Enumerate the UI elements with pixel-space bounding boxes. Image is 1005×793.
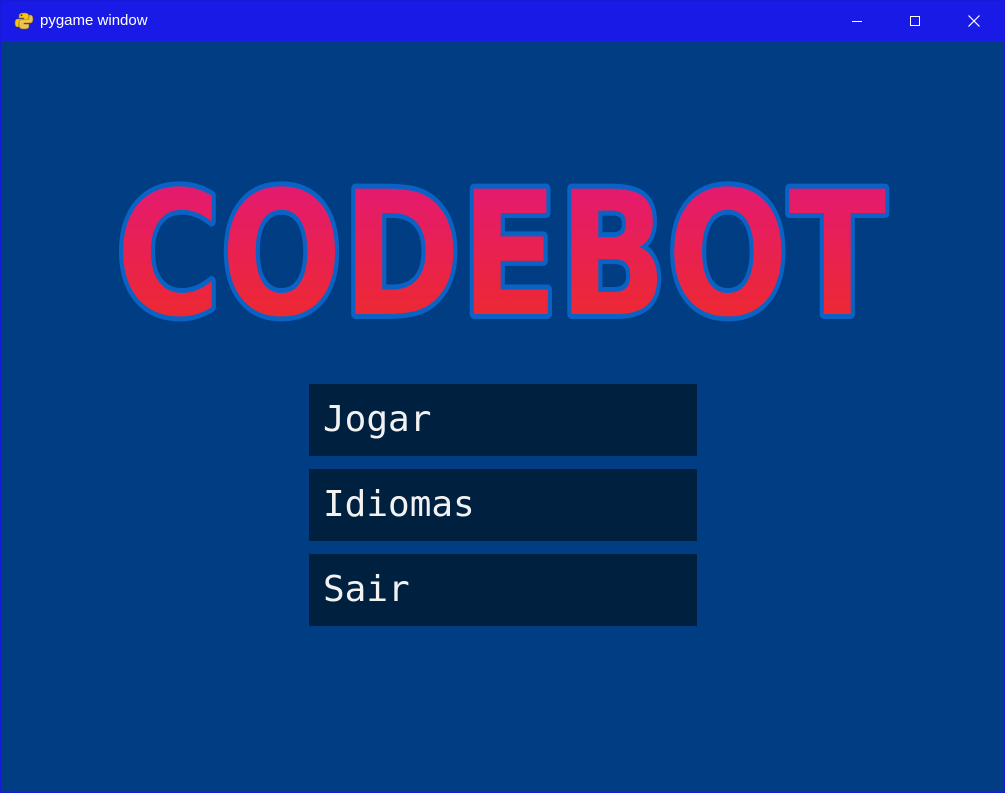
pygame-snake-icon: [14, 12, 34, 30]
window-title: pygame window: [40, 12, 148, 29]
close-button[interactable]: [945, 1, 1003, 41]
maximize-icon: [910, 16, 920, 26]
codebot-logo: CODEBOT: [111, 159, 891, 329]
quit-button[interactable]: Sair: [309, 554, 697, 626]
languages-button[interactable]: Idiomas: [309, 469, 697, 541]
game-canvas[interactable]: CODEBOT Jogar Idiomas Sair: [1, 41, 1004, 792]
close-icon: [968, 15, 980, 27]
languages-button-label: Idiomas: [323, 484, 475, 525]
minimize-icon: [852, 21, 862, 22]
quit-button-label: Sair: [323, 569, 410, 610]
maximize-button[interactable]: [886, 1, 944, 41]
minimize-button[interactable]: [828, 1, 886, 41]
logo-text: CODEBOT: [116, 159, 886, 329]
play-button[interactable]: Jogar: [309, 384, 697, 456]
play-button-label: Jogar: [323, 399, 432, 440]
title-bar[interactable]: pygame window: [1, 1, 1004, 41]
pygame-window: pygame window CODEBOT Jogar Idiomas Sair: [0, 0, 1005, 793]
